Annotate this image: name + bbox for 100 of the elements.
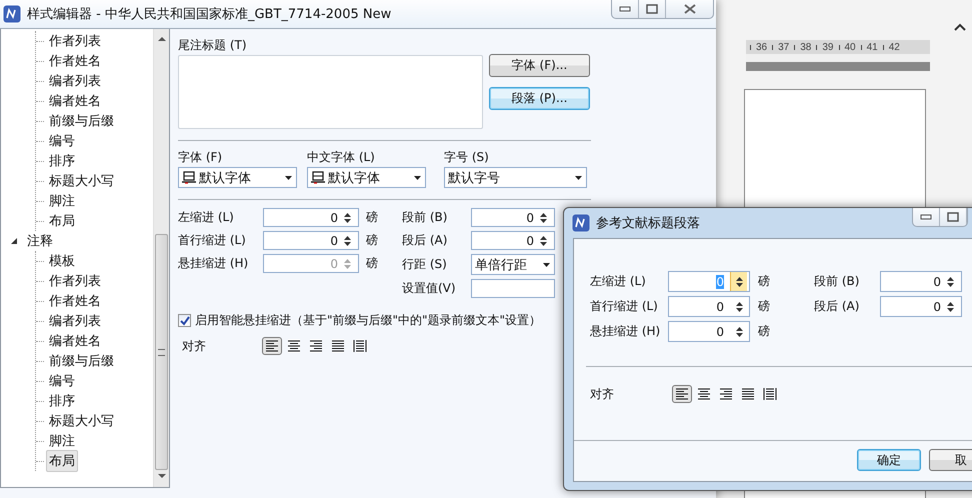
tree-item[interactable]: 脚注 <box>46 190 78 212</box>
tree-item[interactable]: 作者列表 <box>46 270 104 292</box>
tree-item[interactable]: 排序 <box>46 390 78 412</box>
ruler-number: 37 <box>778 42 790 52</box>
spin-arrows-icon[interactable] <box>344 212 351 224</box>
field-label: 对齐 <box>181 338 207 354</box>
spin-field[interactable]: 0 <box>668 296 750 317</box>
caret-icon <box>414 176 421 180</box>
dialog-button[interactable]: 段落 (P)... <box>489 87 590 110</box>
spin-arrows-icon[interactable] <box>540 212 547 224</box>
field-label: 行距 (S) <box>402 256 448 273</box>
caret-icon <box>285 176 292 180</box>
tree-item[interactable]: 布局 <box>46 450 78 472</box>
unit-label: 磅 <box>366 209 378 226</box>
tree-item[interactable]: 编号 <box>46 370 78 392</box>
tree-item[interactable]: 作者姓名 <box>46 50 104 72</box>
tree-item[interactable]: 编者姓名 <box>46 330 104 352</box>
tree-item[interactable]: 编者列表 <box>46 310 104 332</box>
ruler-number: 36 <box>756 42 768 52</box>
field-label: 段后 (A) <box>402 232 448 249</box>
tree-item[interactable]: 排序 <box>46 150 78 172</box>
app-icon <box>3 5 21 23</box>
field-label: 段后 (A) <box>814 298 860 315</box>
tree-item[interactable]: 编号 <box>46 130 78 152</box>
collapse-icon[interactable] <box>954 23 966 31</box>
spin-arrows-icon[interactable] <box>736 276 742 288</box>
spin-arrows-icon[interactable] <box>736 326 742 338</box>
spin-field[interactable]: 0 <box>880 296 962 317</box>
ruler-number: 38 <box>800 42 812 52</box>
scroll-up-icon[interactable] <box>158 36 166 41</box>
tree-item[interactable]: 编者姓名 <box>46 90 104 112</box>
app-icon <box>572 214 590 232</box>
spin-field[interactable]: 0 <box>880 271 962 292</box>
dialog-title: 参考文献标题段落 <box>596 215 700 232</box>
checkbox-label: 启用智能悬挂缩进（基于"前缀与后缀"中的"题录前缀文本"设置） <box>195 312 542 329</box>
tree-item[interactable]: 前缀与后缀 <box>46 110 117 132</box>
expand-icon[interactable] <box>10 237 18 245</box>
ruler-number: 39 <box>822 42 834 52</box>
tree-item[interactable]: 模板 <box>46 250 78 272</box>
unit-label: 磅 <box>366 255 378 272</box>
maximize-icon <box>947 212 959 222</box>
field-label: 对齐 <box>589 386 615 402</box>
ruler-number: 42 <box>888 42 900 52</box>
unit-label: 磅 <box>758 323 770 340</box>
align-left-button[interactable] <box>672 385 692 403</box>
scrollbar[interactable] <box>153 29 169 487</box>
spin-arrows-icon[interactable] <box>947 300 954 312</box>
field-label: 左缩进 (L) <box>590 273 647 290</box>
field-label: 段前 (B) <box>402 209 448 226</box>
tree-item[interactable]: 作者姓名 <box>46 290 104 312</box>
scroll-down-icon[interactable] <box>158 474 166 479</box>
field-label: 左缩进 (L) <box>178 209 235 226</box>
font-icon <box>182 171 196 184</box>
ruler-number: 41 <box>866 42 878 52</box>
unit-label: 磅 <box>758 273 770 290</box>
align-left-button[interactable] <box>262 337 282 355</box>
dialog-button[interactable]: 确定 <box>857 449 921 471</box>
input-field[interactable] <box>471 279 555 298</box>
field-label: 中文字体 (L) <box>307 149 376 166</box>
spin-arrows-icon[interactable] <box>736 300 742 312</box>
dialog-button[interactable]: 取 <box>929 449 972 471</box>
spin-arrows-icon[interactable] <box>947 276 954 288</box>
window-title: 样式编辑器 - 中华人民共和国国家标准_GBT_7714-2005 New <box>27 6 392 23</box>
ruler-number: 40 <box>844 42 856 52</box>
tree-item[interactable]: 作者列表 <box>46 30 104 52</box>
dropdown[interactable]: 单倍行距 <box>471 254 555 275</box>
font-icon <box>311 171 325 184</box>
field-label: 悬挂缩进 (H) <box>590 323 660 340</box>
spin-arrows-icon[interactable] <box>540 234 547 246</box>
close-icon <box>684 4 696 14</box>
unit-label: 磅 <box>366 232 378 249</box>
spin-field[interactable]: 0 <box>263 208 359 227</box>
minimize-icon <box>619 6 631 12</box>
endnote-title-field[interactable] <box>178 55 483 129</box>
field-label: 字体 (F) <box>178 149 224 166</box>
field-label: 尾注标题 (T) <box>178 37 248 54</box>
unit-label: 磅 <box>758 298 770 315</box>
tree-item[interactable]: 脚注 <box>46 430 78 452</box>
tree-item[interactable]: 编者列表 <box>46 70 104 92</box>
tree-item[interactable]: 前缀与后缀 <box>46 350 117 372</box>
dropdown[interactable]: 默认字号 <box>444 167 587 188</box>
spin-field[interactable]: 0 <box>471 208 555 227</box>
spin-field[interactable]: 0 <box>263 231 359 250</box>
spin-field[interactable]: 0 <box>471 231 555 250</box>
tree-item[interactable]: 标题大小写 <box>46 170 117 192</box>
field-label: 字号 (S) <box>444 149 490 166</box>
dialog-button[interactable]: 字体 (F)... <box>489 54 590 77</box>
spin-field[interactable]: 0 <box>668 321 750 342</box>
dropdown[interactable]: 默认字体 <box>178 167 297 188</box>
spin-arrows-icon[interactable] <box>344 234 351 246</box>
field-label: 设置值(V) <box>402 280 457 297</box>
checkbox[interactable] <box>178 314 191 327</box>
scroll-thumb[interactable] <box>155 234 168 470</box>
maximize-icon <box>646 4 658 14</box>
tree-item[interactable]: 注释 <box>24 230 56 252</box>
tree-item[interactable]: 标题大小写 <box>46 410 117 432</box>
field-label: 首行缩进 (L) <box>590 298 659 315</box>
dropdown[interactable]: 默认字体 <box>307 167 426 188</box>
field-label: 段前 (B) <box>814 273 860 290</box>
tree-item[interactable]: 布局 <box>46 210 78 232</box>
